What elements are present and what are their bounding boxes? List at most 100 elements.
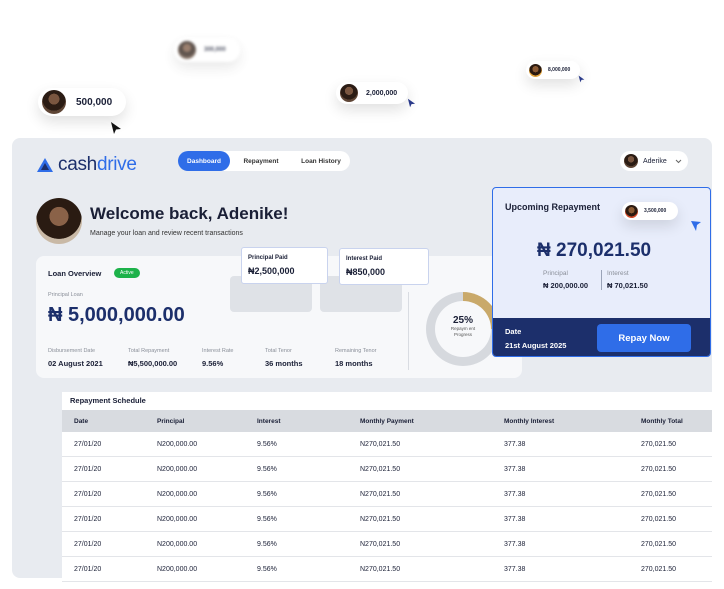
cell-date: 27/01/20 — [74, 515, 102, 523]
cell-monthly-interest: 377.38 — [504, 465, 526, 473]
user-name: Aderike — [643, 157, 667, 165]
tab-loan-history[interactable]: Loan History — [292, 151, 350, 171]
cell-interest: 9.56% — [257, 465, 277, 473]
cell-monthly-interest: 377.38 — [504, 515, 526, 523]
cell-monthly-interest: 377.38 — [504, 565, 526, 573]
floating-amount-bubble: 8,000,000 — [526, 61, 580, 79]
cell-monthly-payment: N270,021.50 — [360, 465, 401, 473]
floating-amount-bubble: 300,000 — [174, 38, 240, 62]
bubble-amount: 2,000,000 — [366, 89, 398, 97]
stat-total-repayment: Total Repayment ₦5,500,000.00 — [128, 348, 178, 368]
progress-percent: 25% — [452, 315, 473, 326]
cell-interest: 9.56% — [257, 490, 277, 498]
cell-date: 27/01/20 — [74, 490, 102, 498]
avatar — [624, 154, 638, 168]
principal-paid-card: Principal Paid ₦2,500,000 — [241, 247, 328, 284]
repayment-progress-ring: 25% Repaym ent Progress — [426, 292, 500, 366]
stat-interest-rate: Interest Rate 9.56% — [202, 348, 234, 368]
cell-date: 27/01/20 — [74, 540, 102, 548]
cell-principal: N200,000.00 — [157, 540, 198, 548]
stat-remaining-tenor: Remaining Tenor 18 months — [335, 348, 377, 368]
table-row: 27/01/20 N200,000.00 9.56% N270,021.50 377.3… — [62, 482, 712, 507]
logo-icon — [37, 158, 53, 172]
repayment-schedule-title: Repayment Schedule — [70, 396, 146, 405]
cell-principal: N200,000.00 — [157, 565, 198, 573]
cell-monthly-payment: N270,021.50 — [360, 565, 401, 573]
bubble-amount: 3,500,000 — [644, 208, 667, 214]
table-row: 27/01/20 N200,000.00 9.56% N270,021.50 377.3… — [62, 432, 712, 457]
avatar — [42, 90, 66, 114]
repay-now-button[interactable]: Repay Now — [597, 324, 691, 352]
principal-loan-label: Principal Loan — [48, 292, 83, 298]
progress-label: Repaym ent Progress — [450, 326, 476, 337]
cell-monthly-total: 270,021.50 — [641, 540, 677, 548]
cell-monthly-interest: 377.38 — [504, 540, 526, 548]
cell-monthly-payment: N270,021.50 — [360, 440, 401, 448]
cell-monthly-payment: N270,021.50 — [360, 490, 401, 498]
main-nav: Dashboard Repayment Loan History — [178, 151, 350, 171]
bubble-amount: 8,000,000 — [548, 67, 571, 73]
interest-paid-value: ₦850,000 — [346, 267, 386, 277]
stat-disbursement-date: Disbursement Date 02 August 2021 — [48, 348, 103, 368]
loan-overview-title: Loan Overview — [48, 269, 102, 278]
cell-principal: N200,000.00 — [157, 515, 198, 523]
avatar — [625, 204, 638, 218]
interest-paid-card: Interest Paid ₦850,000 — [339, 248, 429, 285]
principal-paid-label: Principal Paid — [248, 255, 288, 261]
page-subtitle: Manage your loan and review recent trans… — [90, 230, 243, 237]
cell-principal: N200,000.00 — [157, 440, 198, 448]
column-header-date: Date — [74, 417, 89, 425]
cell-date: 27/01/20 — [74, 565, 102, 573]
cell-monthly-total: 270,021.50 — [641, 490, 677, 498]
table-header: Date Principal Interest Monthly Payment … — [62, 410, 712, 432]
bubble-amount: 500,000 — [76, 96, 113, 108]
avatar — [36, 198, 82, 244]
avatar — [340, 84, 358, 102]
cell-principal: N200,000.00 — [157, 465, 198, 473]
cell-interest: 9.56% — [257, 565, 277, 573]
cashdrive-logo: cashdrive — [36, 154, 137, 176]
bubble-amount: 300,000 — [204, 47, 226, 53]
repayment-date-value: 21st August 2025 — [505, 341, 567, 350]
floating-amount-bubble: 3,500,000 — [622, 202, 678, 220]
upcoming-repayment-amount: ₦ 270,021.50 — [537, 240, 652, 261]
cell-interest: 9.56% — [257, 440, 277, 448]
logo-cash: cash — [58, 154, 97, 175]
tab-dashboard[interactable]: Dashboard — [178, 151, 230, 171]
column-header-monthly-total: Monthly Total — [641, 417, 683, 425]
column-header-monthly-interest: Monthly Interest — [504, 417, 555, 425]
cell-interest: 9.56% — [257, 540, 277, 548]
cell-date: 27/01/20 — [74, 465, 102, 473]
user-menu[interactable]: Aderike — [620, 151, 688, 171]
cell-date: 27/01/20 — [74, 440, 102, 448]
cell-monthly-interest: 377.38 — [504, 490, 526, 498]
avatar — [178, 41, 196, 59]
table-row: 27/01/20 N200,000.00 9.56% N270,021.50 377.3… — [62, 457, 712, 482]
floating-amount-bubble: 500,000 — [38, 88, 126, 116]
cell-monthly-payment: N270,021.50 — [360, 515, 401, 523]
upcoming-repayment-card: Upcoming Repayment ₦ 270,021.50 Principa… — [492, 187, 711, 357]
chevron-down-icon — [675, 159, 682, 163]
cell-monthly-payment: N270,021.50 — [360, 540, 401, 548]
repayment-date-label: Date — [505, 327, 522, 336]
cell-interest: 9.56% — [257, 515, 277, 523]
logo-drive: drive — [96, 154, 137, 175]
cell-monthly-interest: 377.38 — [504, 440, 526, 448]
column-header-interest: Interest — [257, 417, 281, 425]
cell-monthly-total: 270,021.50 — [641, 515, 677, 523]
divider — [408, 292, 409, 370]
principal-paid-value: ₦2,500,000 — [248, 266, 295, 276]
principal-loan-amount: ₦ 5,000,000.00 — [48, 304, 185, 326]
repayment-action-bar: Date 21st August 2025 Repay Now — [493, 318, 710, 356]
table-row: 27/01/20 N200,000.00 9.56% N270,021.50 377.3… — [62, 507, 712, 532]
column-header-principal: Principal — [157, 417, 185, 425]
cell-monthly-total: 270,021.50 — [641, 565, 677, 573]
cell-monthly-total: 270,021.50 — [641, 465, 677, 473]
upcoming-interest: Interest ₦ 70,021.50 — [607, 270, 648, 290]
upcoming-principal: Principal ₦ 200,000.00 — [543, 270, 589, 290]
stat-total-tenor: Total Tenor 36 months — [265, 348, 303, 368]
tab-repayment[interactable]: Repayment — [230, 151, 292, 171]
cell-monthly-total: 270,021.50 — [641, 440, 677, 448]
column-header-monthly-payment: Monthly Payment — [360, 417, 414, 425]
table-row: 27/01/20 N200,000.00 9.56% N270,021.50 377.3… — [62, 532, 712, 557]
